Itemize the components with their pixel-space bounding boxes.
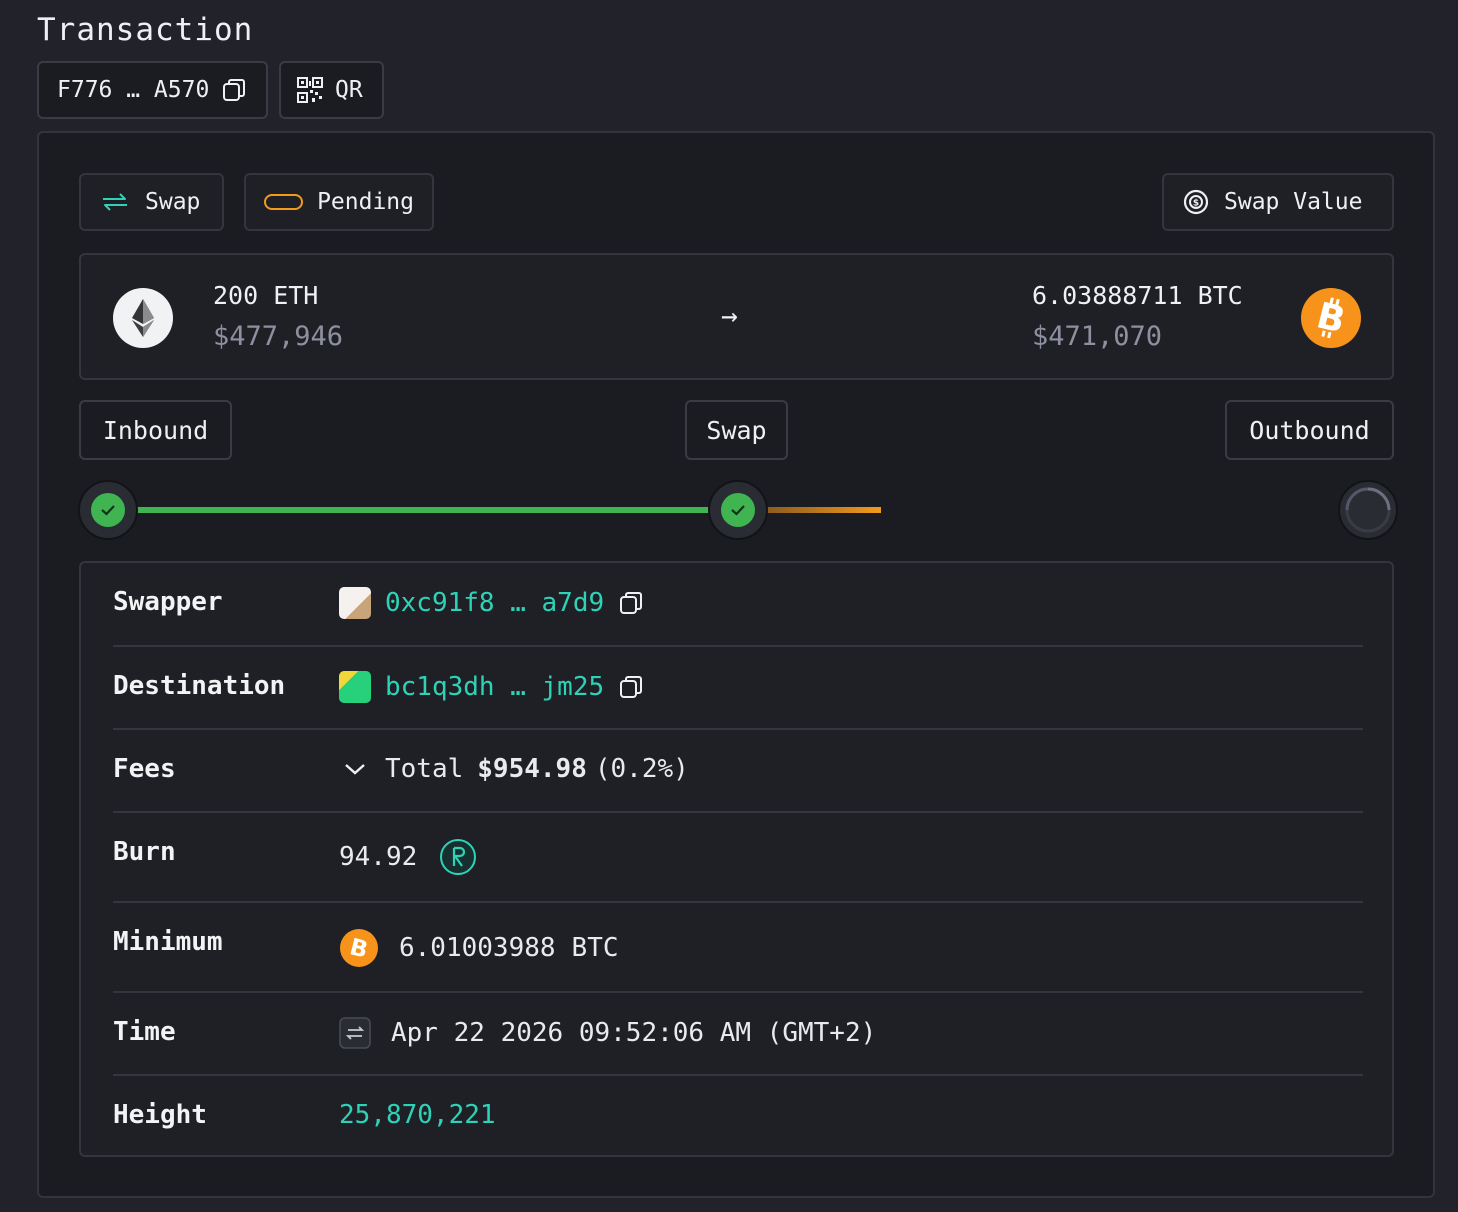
fees-total-label: Total	[385, 754, 464, 784]
minimum-unit: BTC	[571, 933, 619, 963]
progress-line-pending	[764, 507, 881, 513]
swap-arrows-icon	[339, 1017, 371, 1049]
stage-swap[interactable]: Swap	[685, 400, 788, 460]
minimum-amount: 6.01003988	[399, 933, 556, 963]
burn-label: Burn	[113, 837, 176, 867]
timestamp: Apr 22 2026 09:52:06 AM (GMT+2)	[391, 1018, 877, 1048]
swap-arrows-icon	[103, 193, 127, 211]
fees-value: Total $954.98 (0.2%)	[339, 754, 689, 784]
outbound-node	[1338, 480, 1398, 540]
to-usd: $471,070	[1032, 321, 1163, 352]
dollar-swap-icon: $	[1183, 189, 1209, 215]
page-title: Transaction	[37, 12, 254, 48]
swapper-avatar	[339, 587, 371, 619]
fees-total-value: $954.98	[477, 754, 587, 784]
height-label: Height	[113, 1100, 207, 1130]
eth-logo-icon	[113, 288, 173, 348]
fees-percent: (0.2%)	[594, 754, 689, 784]
detail-row-fees: Fees Total $954.98 (0.2%)	[113, 730, 1363, 813]
fees-label: Fees	[113, 754, 176, 784]
height-value: 25,870,221	[339, 1100, 496, 1130]
rune-token-icon	[440, 839, 477, 875]
minimum-value: B 6.01003988 BTC	[339, 928, 619, 968]
swap-value-button[interactable]: $ Swap Value	[1162, 173, 1394, 231]
status-badge: Pending	[244, 173, 434, 231]
minimum-label: Minimum	[113, 927, 223, 957]
swap-value-label: Swap Value	[1224, 189, 1363, 215]
svg-text:$: $	[1193, 199, 1199, 209]
swap-direction-arrow-icon: →	[721, 299, 738, 332]
burn-amount: 94.92	[339, 842, 418, 872]
pending-status-icon	[264, 194, 304, 210]
detail-row-burn: Burn 94.92	[113, 813, 1363, 903]
details-table: Swapper 0xc91f8 … a7d9 Destination bc1q3…	[79, 561, 1394, 1157]
detail-row-height: Height 25,870,221	[113, 1076, 1363, 1156]
chevron-down-icon[interactable]	[339, 757, 371, 781]
check-icon	[101, 505, 115, 516]
detail-row-swapper: Swapper 0xc91f8 … a7d9	[113, 563, 1363, 647]
from-amount: 200 ETH	[213, 281, 319, 310]
status-label: Pending	[317, 189, 414, 215]
destination-address-link[interactable]: bc1q3dh … jm25	[385, 672, 604, 702]
detail-row-minimum: Minimum B 6.01003988 BTC	[113, 903, 1363, 993]
copy-icon[interactable]	[618, 674, 644, 700]
stage-inbound[interactable]: Inbound	[79, 400, 232, 460]
from-usd: $477,946	[213, 321, 344, 352]
qr-label: QR	[335, 77, 363, 103]
copy-icon	[223, 79, 246, 101]
btc-icon: B	[340, 929, 378, 967]
swap-node	[708, 480, 768, 540]
qr-code-icon	[297, 77, 323, 103]
tx-hash-copy-button[interactable]: F776 … A570	[37, 61, 268, 119]
btc-logo-icon: B	[1301, 288, 1361, 348]
detail-row-destination: Destination bc1q3dh … jm25	[113, 647, 1363, 730]
tx-hash: F776 … A570	[57, 77, 210, 103]
progress-line-complete	[135, 507, 713, 513]
inbound-node	[78, 480, 138, 540]
time-label: Time	[113, 1017, 176, 1047]
destination-avatar	[339, 671, 371, 703]
check-icon	[731, 505, 745, 516]
burn-value: 94.92	[339, 838, 477, 876]
swap-type-badge: Swap	[79, 173, 224, 231]
destination-label: Destination	[113, 671, 286, 701]
to-amount: 6.03888711 BTC	[1032, 281, 1243, 310]
copy-icon[interactable]	[618, 590, 644, 616]
qr-button[interactable]: QR	[279, 61, 384, 119]
detail-row-time: Time Apr 22 2026 09:52:06 AM (GMT+2)	[113, 993, 1363, 1076]
destination-value: bc1q3dh … jm25	[339, 671, 644, 703]
swap-type-label: Swap	[145, 189, 201, 215]
swapper-address-link[interactable]: 0xc91f8 … a7d9	[385, 588, 604, 618]
loading-spinner-icon	[1345, 487, 1391, 533]
swap-summary: 200 ETH $477,946 → 6.03888711 BTC $471,0…	[79, 253, 1394, 380]
block-height-link[interactable]: 25,870,221	[339, 1100, 496, 1130]
stage-outbound[interactable]: Outbound	[1225, 400, 1394, 460]
swapper-label: Swapper	[113, 587, 223, 617]
time-value: Apr 22 2026 09:52:06 AM (GMT+2)	[339, 1017, 876, 1049]
swapper-value: 0xc91f8 … a7d9	[339, 587, 644, 619]
